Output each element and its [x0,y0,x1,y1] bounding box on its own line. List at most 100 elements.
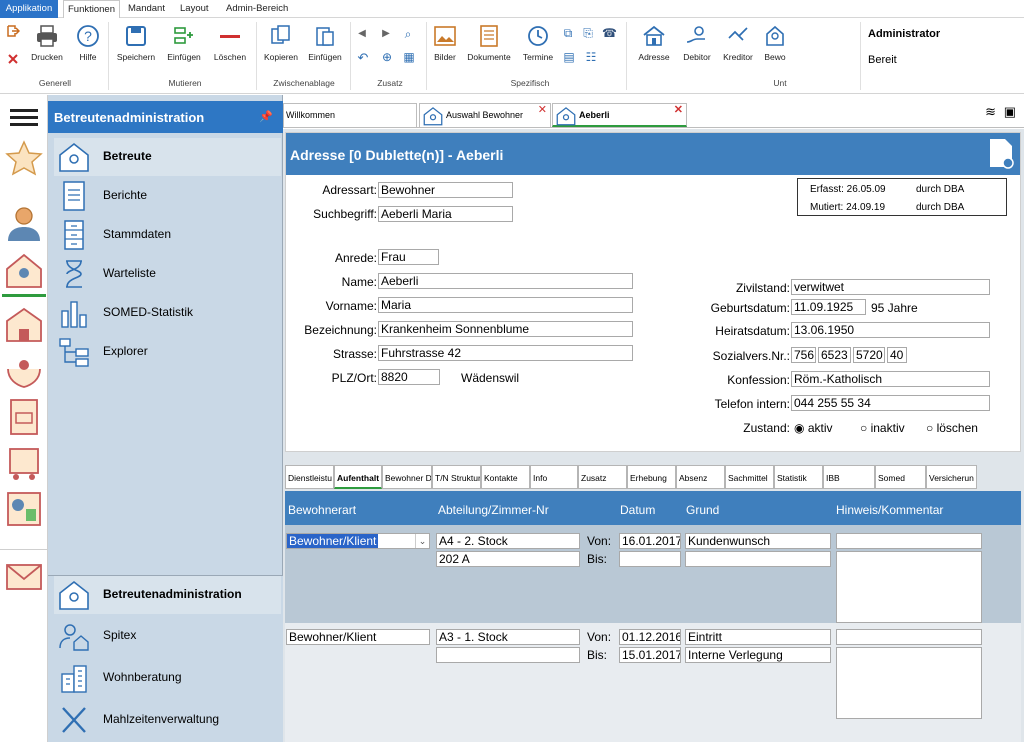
next-icon[interactable]: ▶ [380,28,392,39]
paste-button[interactable]: Einfügen [304,24,346,62]
bis-date-field[interactable] [619,551,681,567]
clipboard-icon[interactable]: ⎘ [582,26,594,41]
sozialvers-part3[interactable]: 5720 [853,347,885,363]
module-wohnberatung[interactable]: Wohnberatung [54,659,281,697]
subtab-sachmittel[interactable]: Sachmittel [725,465,774,489]
bezeichnung-field[interactable]: Krankenheim Sonnenblume [378,321,633,337]
grund-bis-field[interactable] [685,551,831,567]
bewohner-button[interactable]: Bewo [760,24,790,62]
konfession-field[interactable]: Röm.-Katholisch [791,371,990,387]
menu-admin-bereich[interactable]: Admin-Bereich [226,3,288,14]
module-mahlzeitenverwaltung[interactable]: Mahlzeitenverwaltung [54,701,281,739]
document-check-icon[interactable] [988,137,1014,169]
sozialvers-part2[interactable]: 6523 [818,347,851,363]
zustand-inaktiv-radio[interactable]: ○ inaktiv [860,421,905,435]
delete-button[interactable]: Löschen [209,24,251,62]
nav-item-stammdaten[interactable]: Stammdaten [54,216,281,254]
adressart-field[interactable]: Bewohner [378,182,513,198]
tab-aeberli[interactable]: Aeberli ✕ [552,103,687,127]
nav-item-somed-statistik[interactable]: SOMED-Statistik [54,294,281,332]
hamburger-icon[interactable] [10,109,38,112]
pin-icon[interactable]: 📌 [259,110,273,123]
strasse-field[interactable]: Fuhrstrasse 42 [378,345,633,361]
name-field[interactable]: Aeberli [378,273,633,289]
delete-document-icon[interactable]: ▣ [1004,104,1016,120]
nav-item-betreute[interactable]: Betreute [54,138,281,176]
bewohnerart-field[interactable]: Bewohner/Klient [286,629,430,645]
bewohnerart-select[interactable]: Bewohner/Klient ⌄ [286,533,430,549]
vorname-field[interactable]: Maria [378,297,633,313]
tab-close-icon[interactable]: ✕ [674,103,683,116]
grund-von-field[interactable]: Kundenwunsch [685,533,831,549]
menu-applikation[interactable]: Applikation [0,0,58,18]
zustand-aktiv-radio[interactable]: ◉ aktiv [794,421,833,435]
module-betreutenadministration[interactable]: Betreutenadministration [54,576,281,614]
kreditor-button[interactable]: Kreditor [718,24,758,62]
zimmer-field[interactable] [436,647,580,663]
care-hands-icon[interactable] [4,351,44,391]
menu-mandant[interactable]: Mandant [128,3,165,14]
sozialvers-part4[interactable]: 40 [887,347,907,363]
subtab-tn-struktur[interactable]: T/N Struktur [432,465,481,489]
telefon-field[interactable]: 044 255 55 34 [791,395,990,411]
tab-close-icon[interactable]: ✕ [538,103,547,116]
grund-von-field[interactable]: Eintritt [685,629,831,645]
list-icon[interactable]: ☷ [584,50,598,64]
appointments-button[interactable]: Termine [518,24,558,62]
subtab-info[interactable]: Info [530,465,578,489]
copy-button[interactable]: Kopieren [260,24,302,62]
zustand-loeschen-radio[interactable]: ○ löschen [926,421,978,435]
table-row[interactable]: Bewohner/Klient A3 - 1. Stock Von: Bis: … [285,623,1021,742]
subtab-somed[interactable]: Somed [875,465,926,489]
nav-item-explorer[interactable]: Explorer [54,333,281,371]
abteilung-field[interactable]: A4 - 2. Stock [436,533,580,549]
mail-icon[interactable] [4,557,44,597]
zimmer-field[interactable]: 202 A [436,551,580,567]
copy-small-icon[interactable]: ⧉ [562,26,574,41]
exit-icon[interactable] [6,24,21,40]
undo-icon[interactable]: ↶ [356,50,370,66]
sozialvers-part1[interactable]: 756 [791,347,816,363]
nav-item-berichte[interactable]: Berichte [54,177,281,215]
phone-icon[interactable]: ☎ [602,26,617,40]
bis-date-field[interactable]: 15.01.2017 [619,647,681,663]
subtab-bewohner-daten[interactable]: Bewohner D [382,465,432,489]
hinweis-field[interactable] [836,533,982,549]
zoom-icon[interactable]: ⊕ [380,50,394,64]
subtab-absenz[interactable]: Absenz [676,465,725,489]
subtab-kontakte[interactable]: Kontakte [481,465,530,489]
abteilung-field[interactable]: A3 - 1. Stock [436,629,580,645]
help-button[interactable]: ? Hilfe [72,24,104,62]
plz-field[interactable]: 8820 [378,369,440,385]
subtab-erhebung[interactable]: Erhebung [627,465,676,489]
anrede-field[interactable]: Frau [378,249,439,265]
favorites-star-icon[interactable] [4,139,44,179]
kommentar-field[interactable] [836,551,982,623]
resident-house-icon[interactable] [4,251,44,291]
tab-auswahl-bewohner[interactable]: Auswahl Bewohner ✕ [419,103,551,127]
von-date-field[interactable]: 16.01.2017 [619,533,681,549]
insert-button[interactable]: Einfügen [163,24,205,62]
calendar-add-icon[interactable]: ▤ [562,50,576,64]
subtab-statistik[interactable]: Statistik [774,465,823,489]
heiratsdatum-field[interactable]: 13.06.1950 [791,322,990,338]
von-date-field[interactable]: 01.12.2016 [619,629,681,645]
layers-icon[interactable]: ≋ [985,104,996,120]
geburtsdatum-field[interactable]: 11.09.1925 [791,299,866,315]
search-icon[interactable]: ⌕ [402,27,414,42]
address-button[interactable]: Adresse [634,24,674,62]
calculator-chart-icon[interactable] [4,489,44,529]
images-button[interactable]: Bilder [430,24,460,62]
save-button[interactable]: Speichern [113,24,159,62]
kommentar-field[interactable] [836,647,982,719]
menu-layout[interactable]: Layout [180,3,209,14]
subtab-zusatz[interactable]: Zusatz [578,465,627,489]
subtab-ibb[interactable]: IBB [823,465,875,489]
report-icon[interactable] [4,397,44,437]
nav-item-warteliste[interactable]: Warteliste [54,255,281,293]
close-icon[interactable] [6,52,20,68]
subtab-versicherung[interactable]: Versicherun [926,465,977,489]
subtab-dienstleistung[interactable]: Dienstleistu [285,465,334,489]
suchbegriff-field[interactable]: Aeberli Maria [378,206,513,222]
grund-bis-field[interactable]: Interne Verlegung [685,647,831,663]
